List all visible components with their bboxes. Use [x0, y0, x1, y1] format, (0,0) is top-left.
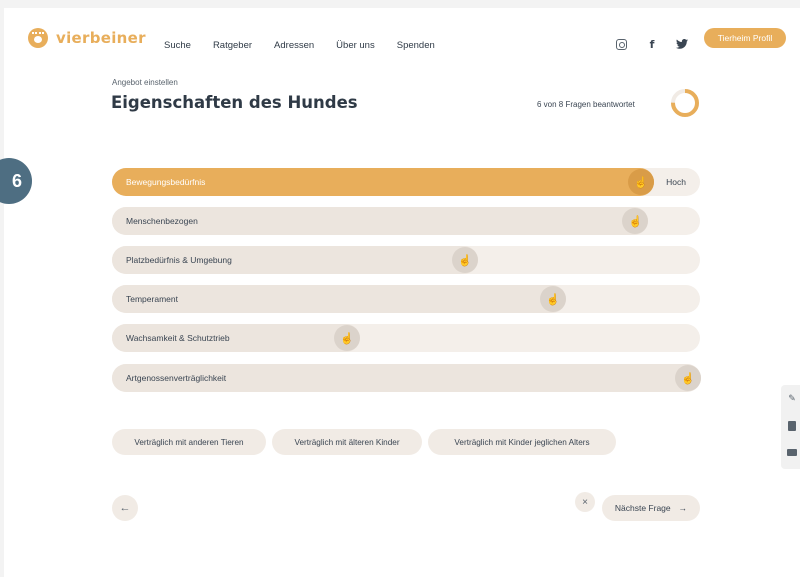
- page: vierbeiner Suche Ratgeber Adressen Über …: [0, 8, 800, 577]
- arrow-right-icon: →: [678, 503, 688, 513]
- facebook-icon[interactable]: f: [645, 37, 659, 51]
- slider-label: Menschenbezogen: [126, 216, 198, 226]
- chip-kinder-jeglichen-alters[interactable]: Verträglich mit Kinder jeglichen Alters: [428, 429, 616, 455]
- slider-platzbeduerfnis[interactable]: Platzbedürfnis & Umgebung ☝: [112, 246, 700, 274]
- slider-wachsamkeit[interactable]: Wachsamkeit & Schutztrieb ☝: [112, 324, 700, 352]
- note-icon[interactable]: [788, 421, 796, 431]
- shelter-profile-button[interactable]: Tierheim Profil: [704, 28, 786, 48]
- close-icon: ×: [582, 496, 588, 508]
- hand-pointer-icon: ☝: [628, 215, 643, 228]
- slider-bewegungsbeduerfnis[interactable]: Bewegungsbedürfnis ☝ Hoch: [112, 168, 700, 196]
- slider-label: Wachsamkeit & Schutztrieb: [126, 333, 230, 343]
- nav-item-suche[interactable]: Suche: [164, 40, 191, 51]
- hand-pointer-icon: ☝: [457, 254, 472, 267]
- back-button[interactable]: ←: [112, 495, 138, 521]
- slider-knob[interactable]: ☝: [334, 325, 361, 351]
- mail-icon[interactable]: [787, 449, 797, 456]
- twitter-icon[interactable]: [675, 37, 689, 51]
- nav-item-ueber-uns[interactable]: Über uns: [336, 40, 375, 51]
- hand-pointer-icon: ☝: [681, 372, 696, 385]
- slider-artgenossen[interactable]: Artgenossenverträglichkeit ☝: [112, 364, 702, 392]
- pencil-icon[interactable]: ✎: [787, 393, 797, 403]
- paw-logo-icon: [28, 28, 48, 48]
- chip-aeltere-kinder[interactable]: Verträglich mit älteren Kinder: [272, 429, 422, 455]
- breadcrumb: Angebot einstellen: [112, 78, 178, 87]
- slider-temperament[interactable]: Temperament ☝: [112, 285, 700, 313]
- slider-knob[interactable]: ☝: [628, 169, 655, 195]
- arrow-left-icon: ←: [119, 502, 131, 514]
- hand-pointer-icon: ☝: [546, 293, 560, 306]
- main-nav: Suche Ratgeber Adressen Über uns Spenden: [164, 40, 435, 51]
- hand-pointer-icon: ☝: [634, 176, 649, 189]
- hand-pointer-icon: ☝: [340, 332, 355, 345]
- chip-andere-tiere[interactable]: Verträglich mit anderen Tieren: [112, 429, 266, 455]
- slider-label: Temperament: [126, 294, 178, 304]
- slider-value: Hoch: [666, 177, 686, 187]
- logo[interactable]: vierbeiner: [28, 28, 146, 48]
- brand-name: vierbeiner: [56, 29, 146, 47]
- slider-fill: [112, 285, 566, 313]
- step-badge: 6: [0, 158, 32, 204]
- side-toolbar: ✎: [781, 385, 800, 469]
- next-button-label: Nächste Frage: [614, 503, 671, 513]
- slider-menschenbezogen[interactable]: Menschenbezogen ☝: [112, 207, 700, 235]
- next-question-button[interactable]: Nächste Frage →: [602, 495, 700, 521]
- instagram-icon[interactable]: [614, 37, 628, 51]
- nav-item-ratgeber[interactable]: Ratgeber: [213, 40, 252, 51]
- slider-knob[interactable]: ☝: [451, 247, 478, 273]
- nav-item-spenden[interactable]: Spenden: [397, 40, 435, 51]
- close-button[interactable]: ×: [575, 492, 595, 512]
- progress-ring: [671, 89, 699, 117]
- page-title: Eigenschaften des Hundes: [111, 93, 358, 112]
- progress-text: 6 von 8 Fragen beantwortet: [537, 100, 635, 109]
- slider-knob[interactable]: ☝: [540, 286, 566, 312]
- nav-item-adressen[interactable]: Adressen: [274, 40, 314, 51]
- slider-label: Bewegungsbedürfnis: [126, 177, 206, 187]
- slider-label: Artgenossenverträglichkeit: [126, 373, 227, 383]
- slider-label: Platzbedürfnis & Umgebung: [126, 255, 232, 265]
